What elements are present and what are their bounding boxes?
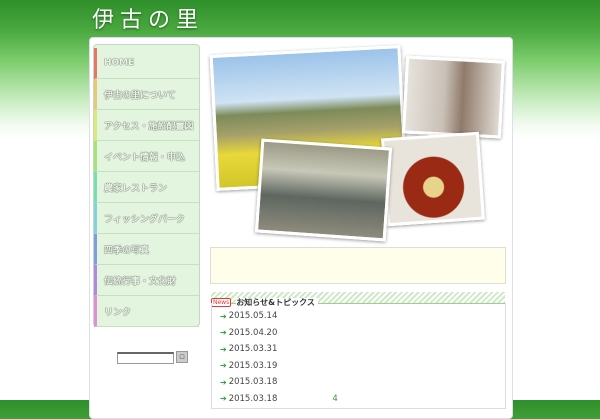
news-date[interactable]: 2015.05.14 [229, 311, 278, 321]
site-logo[interactable]: 伊古の里 [92, 2, 204, 34]
news-item[interactable]: ➔ 2015.04.20 [212, 325, 505, 342]
notice-box [210, 247, 506, 284]
arrow-icon: ➔ [220, 328, 227, 338]
arrow-icon: ➔ [220, 344, 227, 354]
news-item[interactable]: ➔ 2015.03.31 [212, 341, 505, 358]
search-button[interactable]: □ [176, 351, 188, 363]
arrow-icon: ➔ [220, 361, 227, 371]
nav-item-2[interactable]: アクセス・施設配置図 [94, 110, 199, 141]
news-item[interactable]: ➔ 2015.05.14 [212, 308, 505, 325]
nav-item-0[interactable]: HOME [94, 48, 199, 79]
news-date[interactable]: 2015.03.19 [229, 361, 278, 371]
news-date[interactable]: 2015.03.18 [229, 394, 278, 404]
news-item[interactable]: ➔ 2015.03.18 4 [212, 391, 505, 408]
sidebar-nav: HOME 伊古の里について アクセス・施設配置図 イベント情報・申込 農家レストラン フィ… [93, 44, 200, 327]
nav-item-5[interactable]: フィッシングパーク [94, 203, 199, 234]
news-date[interactable]: 2015.03.31 [229, 344, 278, 354]
news-date[interactable]: 2015.04.20 [229, 328, 278, 338]
search-input[interactable] [117, 352, 174, 364]
nav-item-6[interactable]: 四季の写真 [94, 234, 199, 265]
news-text[interactable]: 4 [332, 394, 337, 404]
news-date[interactable]: 2015.03.18 [229, 377, 278, 387]
nav-item-4[interactable]: 農家レストラン [94, 172, 199, 203]
news-list: ➔ 2015.05.14 ➔ 2015.04.20 ➔ 2015.03.31 ➔ 2015.0… [211, 303, 506, 409]
photo-children [254, 138, 393, 242]
arrow-icon: ➔ [220, 377, 227, 387]
news-item[interactable]: ➔ 2015.03.18 [212, 374, 505, 391]
nav-item-3[interactable]: イベント情報・申込 [94, 141, 199, 172]
nav-item-1[interactable]: 伊古の里について [94, 79, 199, 110]
arrow-icon: ➔ [220, 311, 227, 321]
nav-item-7[interactable]: 伝統行事・文化財 [94, 265, 199, 296]
nav-item-8[interactable]: リンク [94, 296, 199, 327]
arrow-icon: ➔ [220, 394, 227, 404]
news-item[interactable]: ➔ 2015.03.19 [212, 358, 505, 375]
photo-dessert [381, 131, 485, 227]
photo-cooking [402, 55, 505, 139]
